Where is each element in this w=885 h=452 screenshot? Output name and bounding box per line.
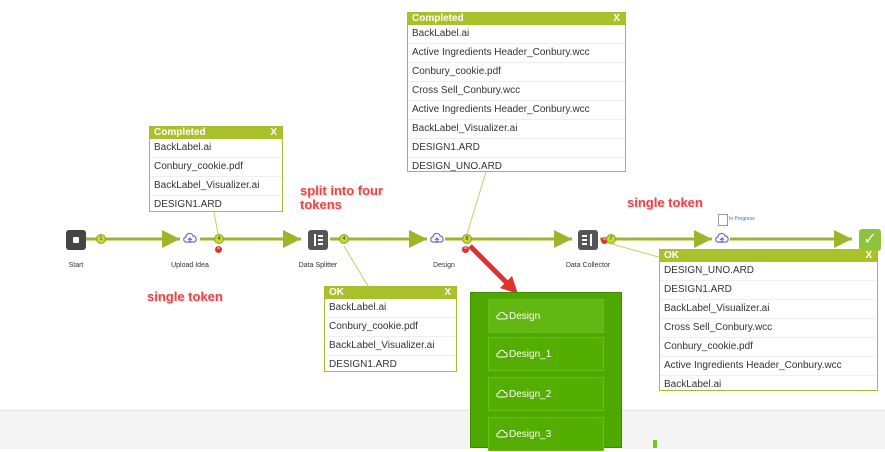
- design-cloud-icon[interactable]: [429, 231, 445, 245]
- next-step-cloud-icon[interactable]: [714, 231, 730, 245]
- design-instances-dropdown[interactable]: Design Design_1 Design_2 Design_3: [470, 292, 622, 451]
- file-row: Cross Sell_Conbury.wcc: [408, 81, 625, 100]
- dropdown-item-design[interactable]: Design: [488, 299, 604, 333]
- error-icon[interactable]: ×: [215, 246, 222, 253]
- upload-completed-popup: Completed X BackLabel.ai Conbury_cookie.p…: [149, 126, 283, 212]
- start-icon: [73, 237, 79, 243]
- file-row: Conbury_cookie.pdf: [325, 317, 456, 336]
- collector-ok-popup: OK X DESIGN_UNO.ARD DESIGN1.ARD BackLabel…: [659, 249, 878, 391]
- file-row: Active Ingredients Header_Conbury.wcc: [408, 43, 625, 62]
- file-row: BackLabel.ai: [329, 302, 387, 313]
- splitter-ok-popup: OK X BackLabel.ai Conbury_cookie.pdf Back…: [324, 286, 457, 372]
- popup-header: Completed X: [408, 13, 625, 25]
- file-row: Conbury_cookie.pdf: [150, 157, 282, 176]
- annotation-split-into-four-tokens: split into four tokens: [300, 183, 384, 212]
- file-row: BackLabel.ai: [660, 375, 877, 394]
- token-count-badge[interactable]: 8: [462, 234, 472, 244]
- token-count-badge[interactable]: 4: [214, 234, 224, 244]
- annotation-single-token-left: single token: [147, 289, 223, 304]
- cloud-icon: [496, 429, 508, 438]
- close-button[interactable]: X: [444, 287, 451, 299]
- start-node[interactable]: [66, 230, 86, 250]
- file-row: DESIGN_UNO.ARD: [664, 265, 755, 276]
- upload-cloud-icon[interactable]: [182, 231, 198, 245]
- progress-indicator: [653, 440, 657, 448]
- file-row: DESIGN1.ARD: [408, 138, 625, 157]
- cloud-icon: [496, 389, 508, 398]
- design-label: Design: [433, 262, 455, 269]
- end-check-icon[interactable]: ✓: [859, 229, 881, 251]
- data-collector-node[interactable]: [578, 230, 598, 250]
- file-row: Conbury_cookie.pdf: [408, 62, 625, 81]
- file-row: BackLabel.ai: [154, 142, 212, 153]
- cloud-icon: [496, 311, 508, 320]
- file-row: Active Ingredients Header_Conbury.wcc: [408, 100, 625, 119]
- file-row: DESIGN_UNO.ARD: [408, 157, 625, 176]
- data-collector-label: Data Collector: [565, 262, 611, 269]
- data-splitter-node[interactable]: [308, 230, 328, 250]
- in-progress-status: In Progress: [729, 216, 755, 222]
- dropdown-item-design-3[interactable]: Design_3: [488, 417, 604, 451]
- file-row: Active Ingredients Header_Conbury.wcc: [660, 356, 877, 375]
- data-splitter-label: Data Splitter: [298, 262, 338, 269]
- start-label: Start: [68, 262, 84, 269]
- document-icon: [718, 214, 728, 226]
- file-row: DESIGN1.ARD: [660, 280, 877, 299]
- error-icon[interactable]: ×: [462, 246, 469, 253]
- token-count-badge[interactable]: 1: [96, 234, 106, 244]
- close-button[interactable]: X: [865, 250, 872, 262]
- file-row: BackLabel.ai: [412, 28, 470, 39]
- file-row: BackLabel_Visualizer.ai: [660, 299, 877, 318]
- file-row: Conbury_cookie.pdf: [660, 337, 877, 356]
- popup-header: OK X: [660, 250, 877, 262]
- file-row: BackLabel_Visualizer.ai: [325, 336, 456, 355]
- token-count-badge[interactable]: 7: [606, 234, 616, 244]
- file-row: BackLabel_Visualizer.ai: [150, 176, 282, 195]
- file-row: BackLabel_Visualizer.ai: [408, 119, 625, 138]
- file-row: Cross Sell_Conbury.wcc: [660, 318, 877, 337]
- close-button[interactable]: X: [613, 13, 620, 25]
- upload-idea-label: Upload Idea: [171, 262, 209, 269]
- dropdown-item-design-2[interactable]: Design_2: [488, 377, 604, 411]
- popup-header: Completed X: [150, 127, 282, 139]
- file-row: DESIGN1.ARD: [150, 195, 282, 214]
- file-row: DESIGN1.ARD: [325, 355, 456, 374]
- token-count-badge[interactable]: 4: [339, 234, 349, 244]
- bottom-panel: [0, 410, 885, 449]
- design-completed-popup: Completed X BackLabel.ai Active Ingredien…: [407, 12, 626, 172]
- popup-header: OK X: [325, 287, 456, 299]
- close-button[interactable]: X: [270, 127, 277, 139]
- cloud-icon: [496, 349, 508, 358]
- annotation-single-token-top: single token: [627, 195, 703, 210]
- dropdown-item-design-1[interactable]: Design_1: [488, 337, 604, 371]
